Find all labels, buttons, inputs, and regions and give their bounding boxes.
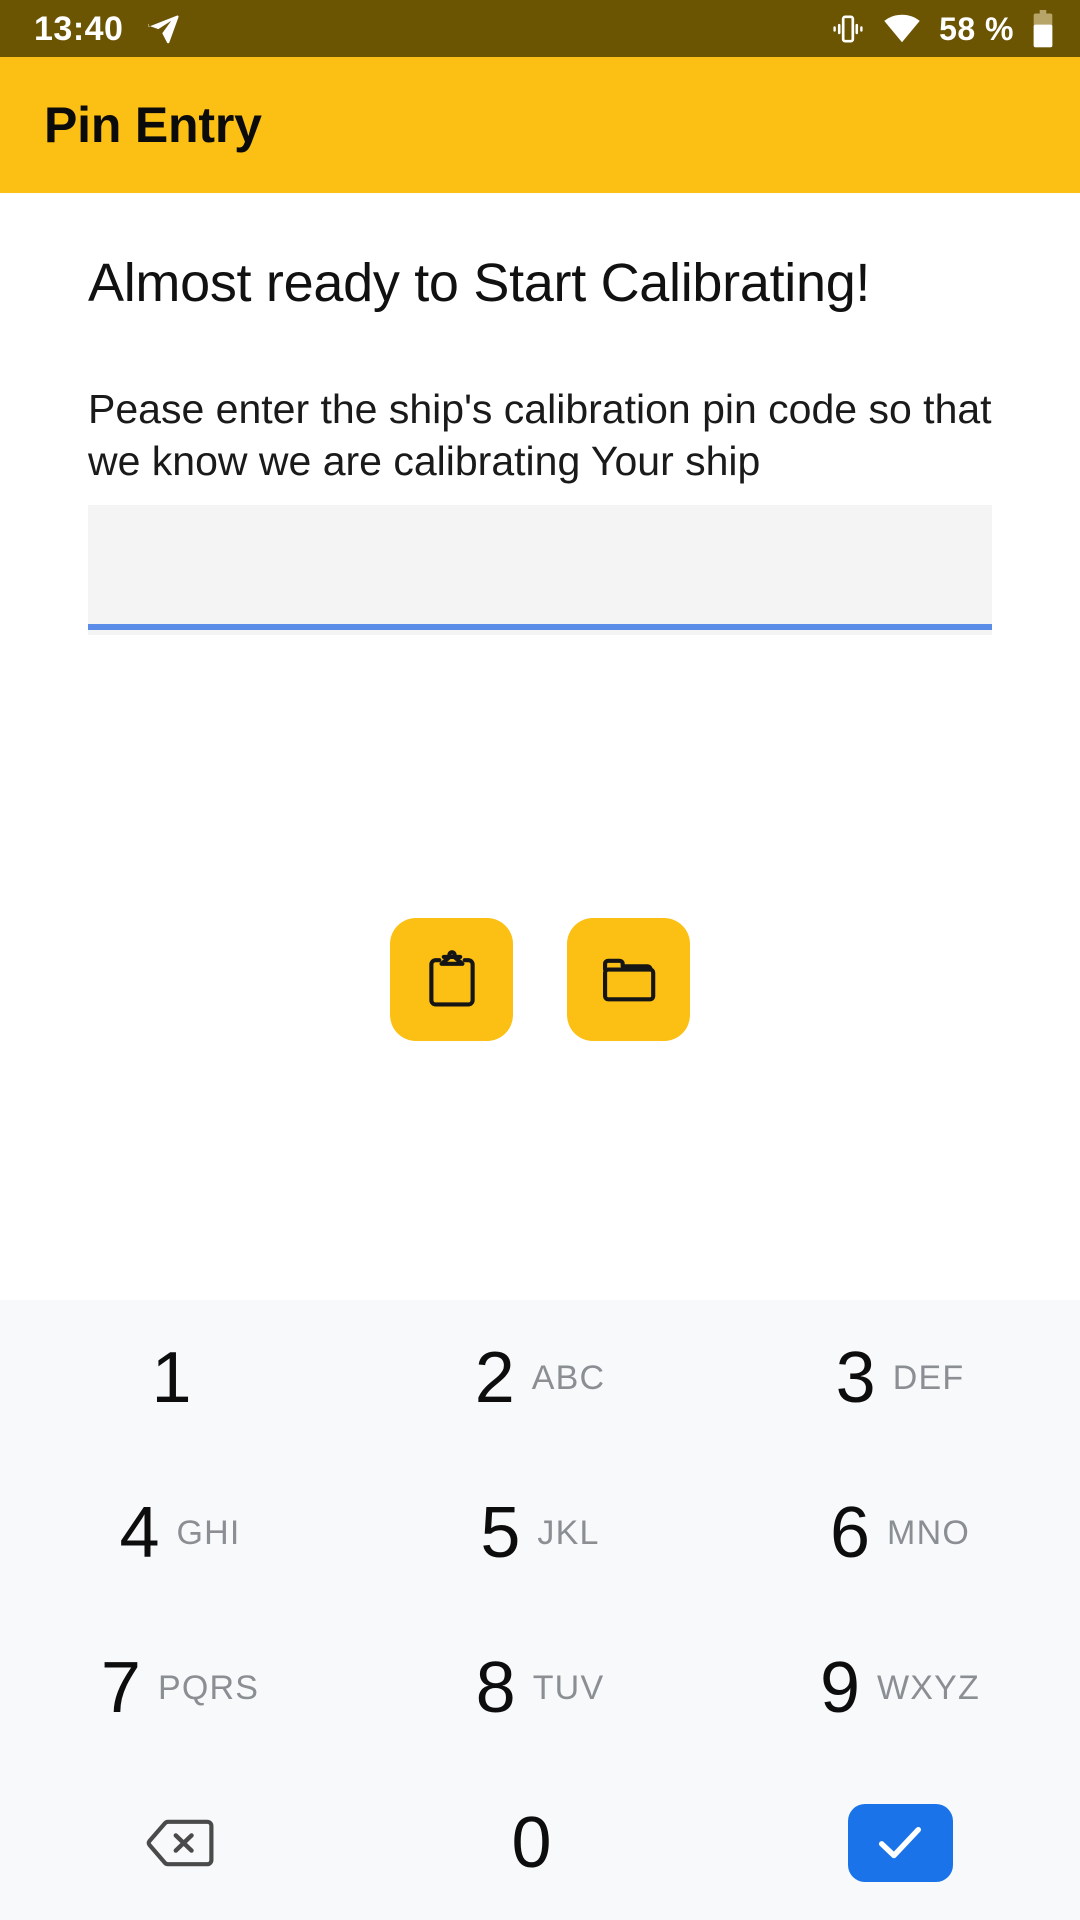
pin-input-underline [88,624,992,630]
keypad-digit: 4 [119,1492,160,1573]
wifi-icon [883,14,921,44]
keypad-letters: JKL [537,1513,600,1552]
keypad-key-8[interactable]: 8 TUV [360,1610,720,1765]
keypad-letters: PQRS [157,1668,260,1707]
keypad-digit: 8 [475,1647,516,1728]
keypad-key-3[interactable]: 3 DEF [720,1300,1080,1455]
app-bar: Pin Entry [0,57,1080,193]
folder-icon [602,958,655,1001]
battery-icon [1032,9,1054,48]
keypad-key-9[interactable]: 9 WXYZ [720,1610,1080,1765]
keypad-letters: TUV [532,1668,605,1707]
paste-from-clipboard-button[interactable] [390,918,513,1041]
keypad-digit: 2 [474,1337,515,1418]
keypad-digit: 9 [819,1647,861,1728]
confirm-button[interactable] [847,1803,953,1882]
send-icon [145,11,181,47]
keypad-key-5[interactable]: 5 JKL [360,1455,720,1610]
keypad-digit: 0 [511,1802,552,1883]
keypad-letters: ABC [531,1358,606,1397]
keypad-key-2[interactable]: 2 ABC [360,1300,720,1455]
heading-text: Almost ready to Start Calibrating! [88,253,871,313]
keypad-digit: 6 [830,1492,871,1573]
keypad-row: 0 [0,1765,1080,1920]
status-bar-right: 58 % [831,9,1054,48]
keypad-key-6[interactable]: 6 MNO [720,1455,1080,1610]
keypad-key-1[interactable]: 1 [0,1300,360,1455]
status-bar-clock: 13:40 [34,9,124,48]
status-bar-left: 13:40 [34,11,181,47]
action-button-row [0,918,1080,1041]
keypad-key-backspace[interactable] [0,1765,360,1920]
description-text: Pease enter the ship's calibration pin c… [88,386,992,485]
keypad-key-0[interactable]: 0 [360,1765,720,1920]
keypad-key-confirm[interactable] [720,1765,1080,1920]
keypad-letters: WXYZ [877,1668,981,1707]
keypad-digit: 5 [480,1492,521,1573]
vibrate-icon [831,12,865,46]
keypad-letters: MNO [887,1513,970,1552]
keypad-row: 4 GHI 5 JKL 6 MNO [0,1455,1080,1610]
keypad-letters: GHI [176,1513,241,1552]
keypad-digit: 1 [151,1337,192,1418]
page-title: Pin Entry [44,97,262,153]
battery-percentage-label: 58 % [939,10,1014,47]
numeric-keypad: 1 2 ABC 3 DEF 4 GHI 5 JKL 6 MNO 7 PQRS 8… [0,1300,1080,1920]
open-file-browser-button[interactable] [567,918,690,1041]
status-bar: 13:40 58 % [0,0,1080,57]
clipboard-icon [428,949,475,1007]
backspace-icon [146,1818,214,1868]
checkmark-icon [878,1826,922,1858]
keypad-letters: DEF [892,1358,965,1397]
main-content: Almost ready to Start Calibrating! Pease… [0,193,1080,1300]
keypad-digit: 3 [835,1337,876,1418]
pin-input[interactable] [88,505,992,635]
keypad-key-7[interactable]: 7 PQRS [0,1610,360,1765]
keypad-key-4[interactable]: 4 GHI [0,1455,360,1610]
pin-input-container[interactable] [88,505,992,635]
keypad-digit: 7 [100,1647,141,1728]
phone-screen: 13:40 58 % Pin Entry Almost ready to Sta… [0,0,1080,1920]
keypad-row: 7 PQRS 8 TUV 9 WXYZ [0,1610,1080,1765]
keypad-row: 1 2 ABC 3 DEF [0,1300,1080,1455]
